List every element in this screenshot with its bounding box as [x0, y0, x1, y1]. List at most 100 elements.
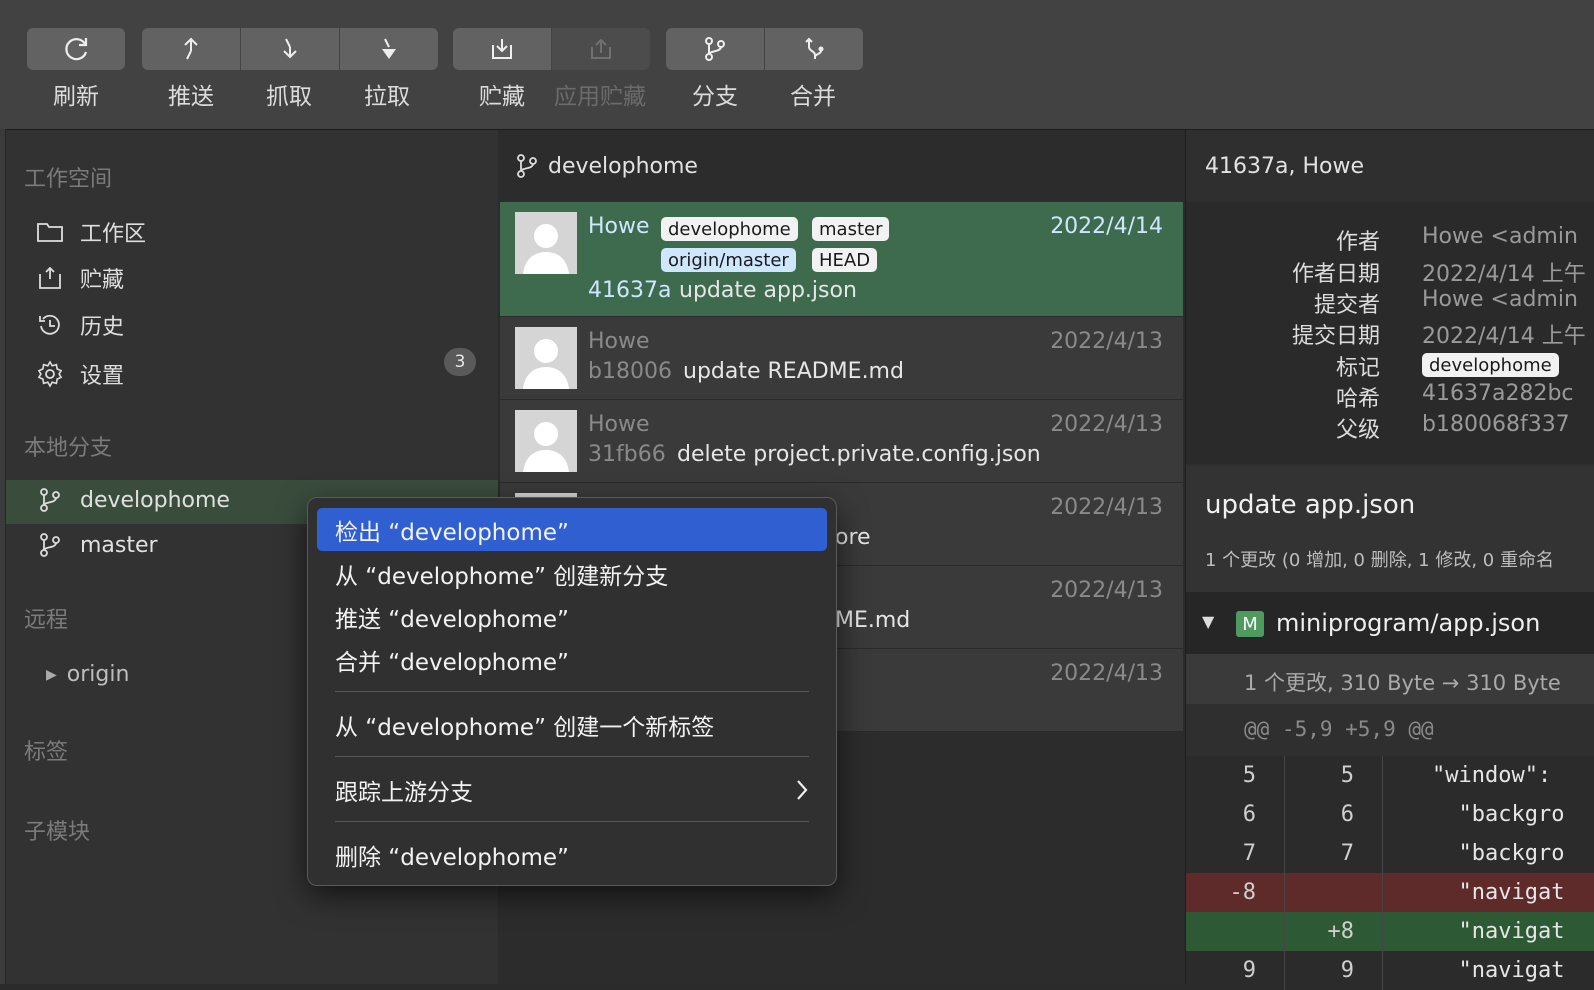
stash-icon	[36, 264, 64, 292]
file-header[interactable]: ▼ M miniprogram/app.json	[1186, 592, 1594, 654]
branch-context-menu: 检出 “develophome” 从 “develophome” 创建新分支 推…	[307, 497, 837, 886]
menu-item-push[interactable]: 推送 “develophome”	[317, 595, 827, 638]
ref-pill-origin-master: origin/master	[661, 248, 796, 272]
new-line-number: 6	[1340, 802, 1354, 827]
commit-message: ore	[835, 525, 871, 550]
workspace-section-title: 工作空间	[24, 167, 113, 192]
author-date-key: 作者日期	[1291, 262, 1380, 287]
menu-item-checkout[interactable]: 检出 “develophome”	[317, 508, 827, 551]
diff-line: 5 5 "window":	[1186, 756, 1594, 795]
stash-group	[453, 28, 650, 70]
disclosure-triangle-icon: ▶	[46, 666, 57, 683]
diff-code: "window":	[1432, 763, 1565, 788]
commit-row[interactable]: Howe 2022/4/13 31fb66 delete project.pri…	[500, 400, 1183, 483]
sidebar-branch-develophome[interactable]: develophome	[36, 486, 230, 514]
menu-item-track-upstream[interactable]: 跟踪上游分支	[317, 768, 827, 811]
file-path: miniprogram/app.json	[1276, 609, 1541, 637]
author-date-value: 2022/4/14 上午	[1422, 262, 1586, 287]
branch-icon	[36, 531, 64, 559]
chevron-right-icon	[797, 780, 808, 800]
diff-line: 9 9 "navigat	[1186, 951, 1594, 990]
stash-button[interactable]	[453, 28, 552, 70]
submodules-section-title: 子模块	[24, 820, 91, 845]
diff-hunk-header: @@ -5,9 +5,9 @@	[1186, 704, 1594, 754]
commit-date: 2022/4/13	[1050, 329, 1163, 354]
old-line-number: -8	[1229, 880, 1257, 905]
new-line-number: 9	[1340, 958, 1354, 983]
sidebar-item-stash[interactable]: 贮藏	[36, 262, 124, 294]
remote-origin[interactable]: ▶ origin	[46, 662, 129, 687]
fetch-button[interactable]	[241, 28, 340, 70]
diff-code: "backgro	[1432, 802, 1565, 827]
sidebar-item-settings[interactable]: 设置	[36, 358, 124, 390]
menu-separator	[335, 691, 809, 692]
worktree-count-badge: 3	[444, 348, 476, 376]
menu-item-delete[interactable]: 删除 “develophome”	[317, 833, 827, 876]
pull-icon	[382, 38, 396, 59]
menu-item-label: 跟踪上游分支	[335, 779, 473, 806]
sync-group	[142, 28, 438, 70]
commit-detail-panel: 41637a, Howe 作者 Howe <admin 作者日期 2022/4/…	[1185, 130, 1594, 990]
diff-code: "navigat	[1432, 958, 1565, 983]
commit-hash: b18006	[588, 359, 672, 384]
menu-item-merge[interactable]: 合并 “develophome”	[317, 638, 827, 681]
tag-pill: develophome	[1422, 353, 1559, 377]
branch-icon	[517, 154, 537, 178]
branch-label: master	[80, 532, 158, 558]
sidebar-item-worktree[interactable]: 工作区	[36, 216, 146, 248]
commit-summary: update app.json 1 个更改 (0 增加, 0 删除, 1 修改,…	[1186, 466, 1594, 592]
local-branches-section-title: 本地分支	[24, 436, 113, 461]
hunk-text: @@ -5,9 +5,9 @@	[1244, 717, 1434, 741]
commit-message: delete project.private.config.json	[677, 442, 1041, 467]
committer-value: Howe <admin	[1422, 287, 1578, 312]
menu-separator	[335, 756, 809, 757]
diff-code: "navigat	[1432, 919, 1565, 944]
diff-line: 7 7 "backgro	[1186, 834, 1594, 873]
branch-icon	[36, 486, 64, 514]
refresh-group	[27, 28, 125, 70]
sidebar-item-label: 历史	[80, 315, 125, 340]
pull-label: 拉取	[364, 84, 410, 110]
diff-line-removed: -8 "navigat	[1186, 873, 1594, 912]
gear-icon	[36, 360, 64, 388]
push-button[interactable]	[142, 28, 241, 70]
menu-item-new-tag[interactable]: 从 “develophome” 创建一个新标签	[317, 703, 827, 746]
merge-button[interactable]	[765, 28, 863, 70]
change-stats: 1 个更改 (0 增加, 0 删除, 1 修改, 0 重命名	[1205, 550, 1554, 571]
branch-button[interactable]	[666, 28, 765, 70]
stash-label: 贮藏	[479, 84, 525, 110]
menu-separator	[335, 821, 809, 822]
commit-message: ME.md	[835, 608, 911, 633]
diff-code: "backgro	[1432, 841, 1565, 866]
parent-key: 父级	[1335, 418, 1380, 443]
commit-message: update README.md	[683, 359, 904, 384]
apply-stash-label: 应用贮藏	[554, 84, 646, 110]
branch-icon	[705, 37, 725, 61]
collapse-triangle-icon[interactable]: ▼	[1202, 612, 1214, 631]
avatar	[515, 212, 577, 274]
push-label: 推送	[168, 84, 214, 110]
commit-row[interactable]: Howe 2022/4/13 b18006 update README.md	[500, 317, 1183, 400]
commit-author: Howe	[588, 412, 650, 437]
sidebar-branch-master[interactable]: master	[36, 531, 158, 559]
branch-group	[666, 28, 863, 70]
fetch-icon	[283, 38, 297, 59]
history-icon	[36, 311, 64, 339]
hash-key: 哈希	[1335, 387, 1380, 412]
ref-pill-head: HEAD	[812, 248, 878, 272]
commit-row[interactable]: Howe develophome master origin/master HE…	[500, 202, 1183, 317]
commit-author: Howe	[588, 214, 650, 239]
ref-pill-develophome: develophome	[661, 217, 798, 241]
commit-metadata: 作者 Howe <admin 作者日期 2022/4/14 上午 提交者 How…	[1186, 202, 1594, 464]
refresh-button[interactable]	[27, 28, 125, 70]
folder-icon	[36, 218, 64, 246]
sidebar-item-label: 工作区	[80, 222, 147, 247]
apply-stash-button[interactable]	[552, 28, 650, 70]
new-line-number: +8	[1327, 919, 1355, 944]
commit-hash: 31fb66	[588, 442, 666, 467]
menu-item-new-branch[interactable]: 从 “develophome” 创建新分支	[317, 552, 827, 595]
commit-hash: 41637a	[588, 278, 672, 303]
sidebar-item-history[interactable]: 历史	[36, 309, 124, 341]
pull-button[interactable]	[340, 28, 438, 70]
old-line-number: 9	[1242, 958, 1256, 983]
